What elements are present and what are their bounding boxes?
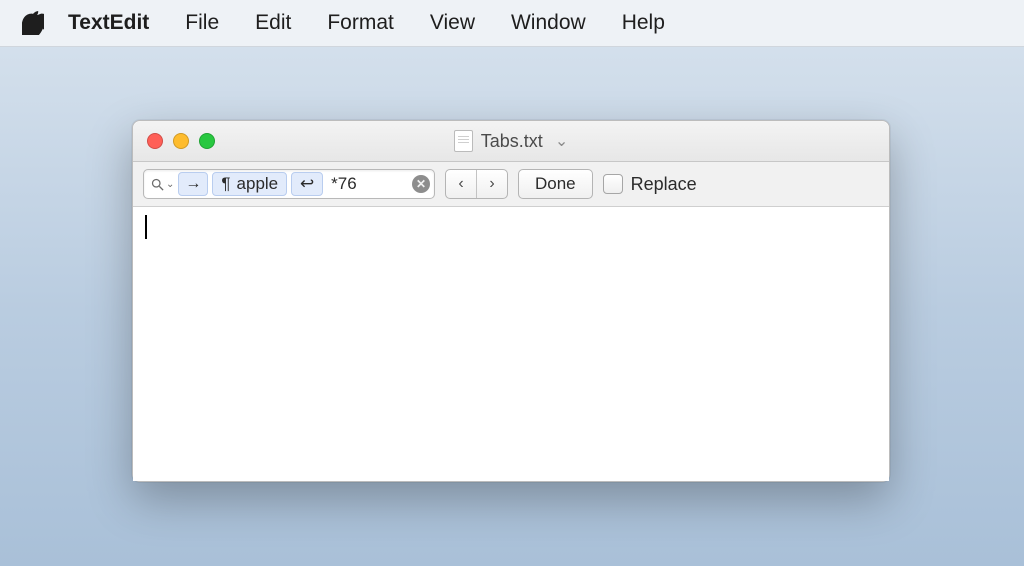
window-zoom-button[interactable] <box>199 133 215 149</box>
search-options-icon[interactable]: ⌄ <box>150 177 174 192</box>
document-icon <box>454 130 473 152</box>
document-text-area[interactable] <box>133 207 889 481</box>
window-close-button[interactable] <box>147 133 163 149</box>
replace-label: Replace <box>631 174 697 195</box>
menubar-app-name[interactable]: TextEdit <box>68 11 149 35</box>
paragraph-mark-icon: ¶ <box>221 174 230 194</box>
menu-window[interactable]: Window <box>511 11 586 35</box>
search-token-paragraph-word[interactable]: ¶ apple <box>212 172 287 196</box>
find-next-button[interactable]: › <box>476 170 507 198</box>
menu-file[interactable]: File <box>185 11 219 35</box>
find-bar: ⌄ → ¶ apple ↩ *76 ✕ ‹ › Done Replace <box>133 162 889 207</box>
title-dropdown-chevron-icon[interactable]: ⌄ <box>555 131 568 151</box>
system-menubar: TextEdit File Edit Format View Window He… <box>0 0 1024 47</box>
clear-search-icon[interactable]: ✕ <box>412 175 430 193</box>
window-titlebar[interactable]: Tabs.txt ⌄ <box>133 121 889 162</box>
window-controls <box>147 133 215 149</box>
text-caret <box>145 215 147 239</box>
search-trailing-text[interactable]: *76 <box>331 174 357 194</box>
find-prev-button[interactable]: ‹ <box>446 170 476 198</box>
window-title: Tabs.txt ⌄ <box>133 130 889 152</box>
find-search-field[interactable]: ⌄ → ¶ apple ↩ *76 ✕ <box>143 169 435 199</box>
replace-checkbox[interactable] <box>603 174 623 194</box>
window-minimize-button[interactable] <box>173 133 189 149</box>
menu-help[interactable]: Help <box>622 11 665 35</box>
menu-edit[interactable]: Edit <box>255 11 291 35</box>
menu-view[interactable]: View <box>430 11 475 35</box>
window-title-text: Tabs.txt <box>481 131 543 152</box>
find-done-button[interactable]: Done <box>518 169 593 199</box>
menu-format[interactable]: Format <box>327 11 394 35</box>
search-token-tab[interactable]: → <box>178 172 208 196</box>
search-token-word-text: apple <box>237 174 279 194</box>
textedit-window: Tabs.txt ⌄ ⌄ → ¶ apple ↩ *76 ✕ ‹ <box>132 120 890 482</box>
find-prev-next-segmented: ‹ › <box>445 169 508 199</box>
replace-toggle[interactable]: Replace <box>603 174 697 195</box>
apple-logo-icon[interactable] <box>22 11 44 35</box>
search-token-return[interactable]: ↩ <box>291 172 323 196</box>
